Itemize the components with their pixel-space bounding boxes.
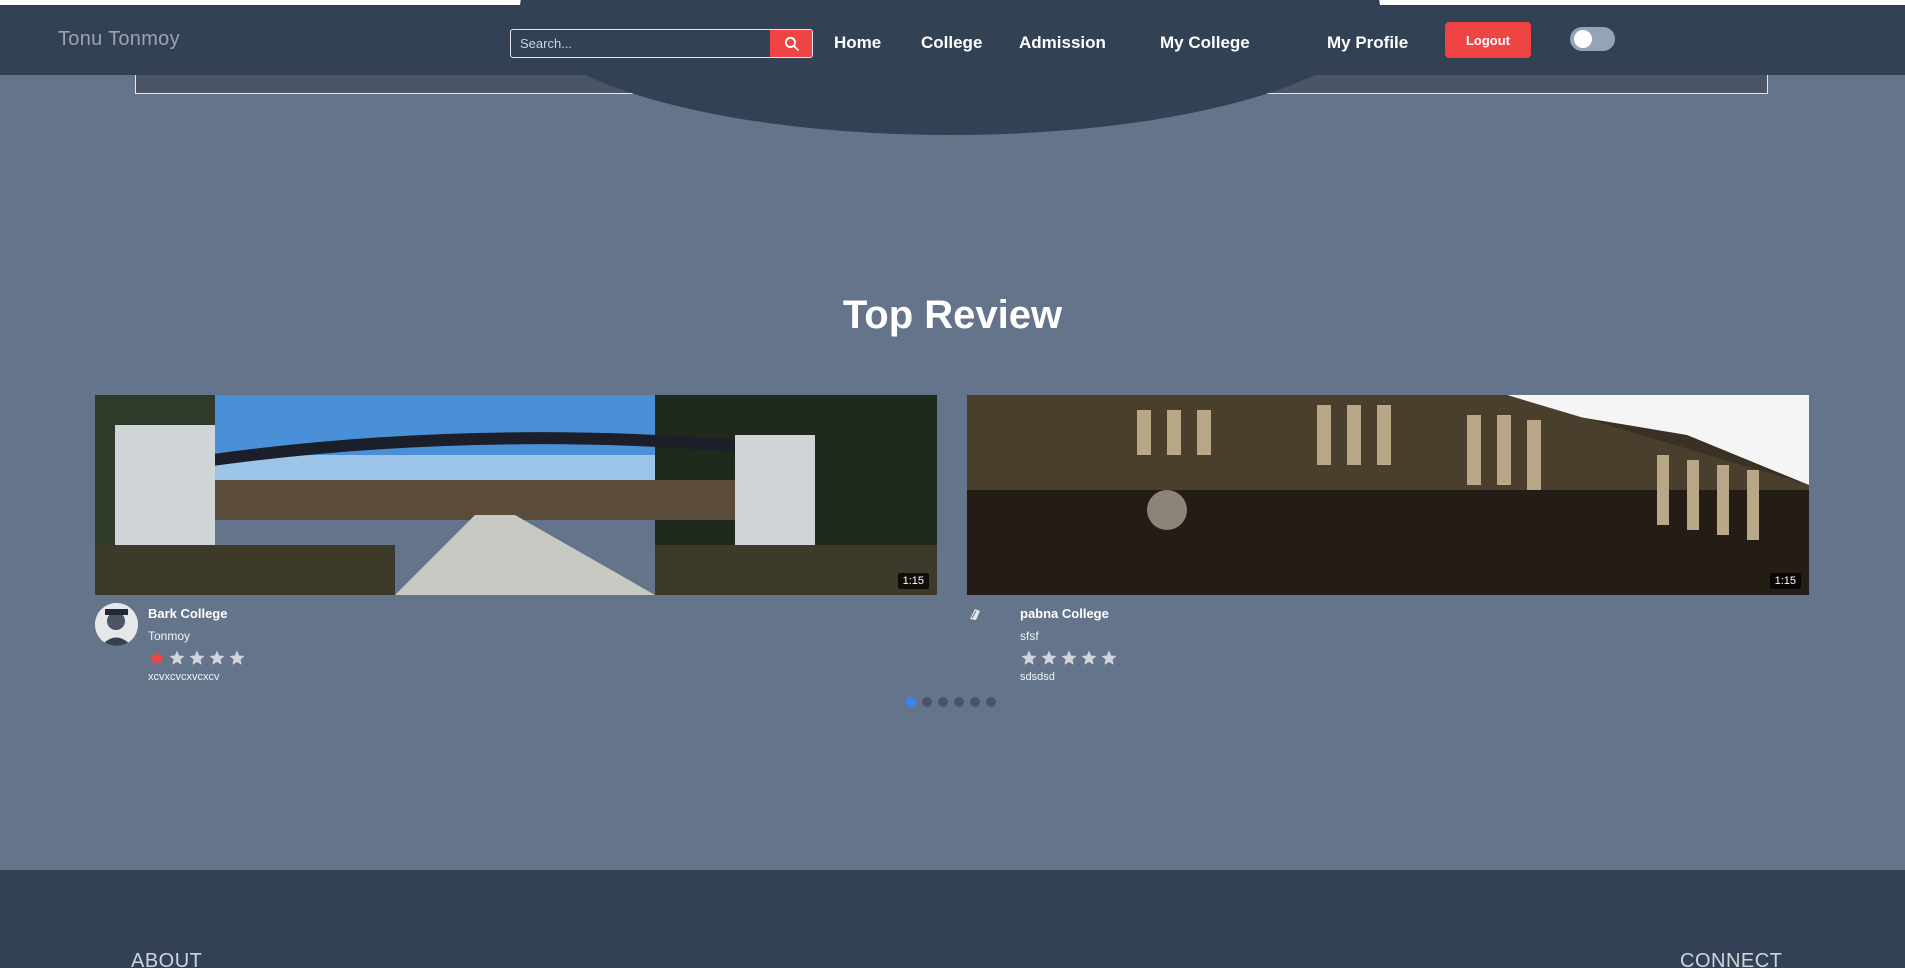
carousel-dot[interactable] <box>986 697 996 707</box>
carousel-dot[interactable] <box>922 697 932 707</box>
review-card: 1:15 Bark College Tonmoy xcvxcvcxvcxcv <box>95 395 937 685</box>
reviewer-name: sfsf <box>1020 629 1039 643</box>
review-meta: Bark College Tonmoy xcvxcvcxvcxcv <box>95 595 937 685</box>
theme-toggle[interactable] <box>1570 27 1615 51</box>
nav-link-my-college[interactable]: My College <box>1160 33 1250 53</box>
carousel-dot[interactable] <box>970 697 980 707</box>
review-meta-text: Bark College Tonmoy xcvxcvcxvcxcv <box>148 606 246 683</box>
brand-logo[interactable]: Tonu Tonmoy <box>58 28 180 51</box>
section-title: Top Review <box>842 293 1063 337</box>
star-icon <box>1021 650 1037 665</box>
broken-avatar-icon <box>967 605 985 623</box>
video-duration: 1:15 <box>1769 573 1801 589</box>
theme-toggle-knob <box>1574 30 1592 48</box>
nav-link-my-profile[interactable]: My Profile <box>1327 33 1408 53</box>
star-icon <box>189 650 205 665</box>
search-input[interactable] <box>511 30 770 57</box>
university-gate-image <box>95 395 937 595</box>
star-rating <box>1020 649 1118 667</box>
review-text: xcvxcvcxvcxcv <box>148 671 220 683</box>
star-rating <box>148 649 246 667</box>
logout-button[interactable]: Logout <box>1445 22 1531 58</box>
nav-link-admission[interactable]: Admission <box>1019 33 1106 53</box>
review-meta-text: pabna College sfsf sdsdsd <box>1020 606 1118 683</box>
star-icon <box>169 650 185 665</box>
college-name: pabna College <box>1020 606 1109 621</box>
star-icon <box>1101 650 1117 665</box>
review-video-thumbnail[interactable]: 1:15 <box>95 395 937 595</box>
review-card: 1:15 pabna College sfsf sdsdsd <box>967 395 1809 685</box>
carousel-dot[interactable] <box>938 697 948 707</box>
avatar <box>95 603 138 646</box>
star-icon <box>209 650 225 665</box>
footer-connect-heading: CONNECT <box>1680 950 1783 968</box>
carousel-pagination <box>906 697 996 707</box>
footer: ABOUT CONNECT <box>0 870 1905 968</box>
search-button[interactable] <box>770 30 812 57</box>
review-video-thumbnail[interactable]: 1:15 <box>967 395 1809 595</box>
footer-about-heading: ABOUT <box>131 950 203 968</box>
search-bar <box>510 29 813 58</box>
nav-link-home[interactable]: Home <box>834 33 881 53</box>
nav-link-college[interactable]: College <box>921 33 982 53</box>
star-icon <box>1061 650 1077 665</box>
college-building-image <box>967 395 1809 595</box>
video-duration: 1:15 <box>897 573 929 589</box>
navbar: Tonu Tonmoy Home College Admission My Co… <box>0 5 1905 75</box>
carousel-dot[interactable] <box>906 697 916 707</box>
star-icon <box>1041 650 1057 665</box>
search-icon <box>784 36 799 51</box>
review-meta: pabna College sfsf sdsdsd <box>967 595 1809 685</box>
star-icon <box>1081 650 1097 665</box>
review-text: sdsdsd <box>1020 671 1055 683</box>
page: Tonu Tonmoy Home College Admission My Co… <box>0 0 1905 968</box>
reviewer-name: Tonmoy <box>148 629 191 643</box>
carousel-dot[interactable] <box>954 697 964 707</box>
college-name: Bark College <box>148 606 228 621</box>
star-icon <box>229 650 245 665</box>
star-icon <box>149 650 165 665</box>
user-avatar-image <box>95 603 138 646</box>
